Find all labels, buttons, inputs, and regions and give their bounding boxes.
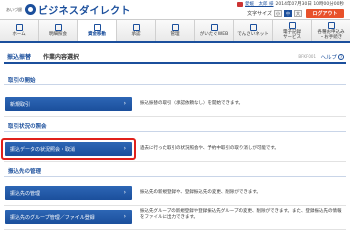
section-title-start: 取引の開始 [8,78,36,84]
nav-management[interactable]: 管理 [156,20,195,41]
transfer-status-inquiry-button[interactable]: 振込データの状況照会・取消 › [5,142,132,156]
nav-label: がいたぐWEB [199,32,229,37]
nav-statements[interactable]: 明細照会 [39,20,78,41]
user-info: 愛媛 太郎 様 2014年07月30日 10時00分00秒 [237,1,344,7]
logo-mark-icon [25,4,36,15]
section-title-payee: 振込先の管理 [8,169,42,175]
help-label: ヘルプ [320,55,337,61]
nav-approval[interactable]: 承認 [117,20,156,41]
help-link[interactable]: ヘルプ ? [320,53,344,61]
page-subtitle: 作業内容選択 [43,53,80,61]
nav-label: 管理 [170,32,180,37]
nav-label: 明細照会 [49,32,67,37]
chevron-right-icon: › [123,189,126,196]
record-icon [288,21,296,29]
nav-fund-transfer[interactable]: 資金移動 [78,20,117,41]
nav-label: 各種お申込み ・お手続き [317,29,345,40]
font-size-label: 文字サイズ [247,11,272,17]
font-size-medium-button[interactable]: 中 [284,10,292,17]
row-divider [4,161,346,162]
page-title-bar: 振込振替 作業内容選択 BFKF001 ヘルプ ? [4,50,346,64]
global-nav: ホーム 明細照会 資金移動 承認 管理 がいたぐWEB でんさいネット 電子記録… [0,19,350,43]
button-label: 新規取引 [10,101,31,108]
row-divider [4,205,346,206]
menu-description: 振込先の新規登録や、登録振込先の変更、削除ができます。 [140,190,261,195]
row-divider [4,116,346,117]
button-label: 振込データの状況照会・取消 [10,146,76,153]
menu-description: 振込振替の取引（承認依頼なし）を開始できます。 [140,101,244,106]
chevron-right-icon: › [123,213,126,220]
new-transaction-button[interactable]: 新規取引 › [5,97,132,111]
button-label: 振込先のグループ管理／ファイル登録 [10,214,95,221]
section-title-inquiry: 取引状況の照会 [8,124,47,130]
nav-label: 承認 [131,32,141,37]
payee-group-management-button[interactable]: 振込先のグループ管理／ファイル登録 › [5,210,132,224]
densai-icon [249,24,257,31]
section-divider [4,176,346,177]
section-divider [4,84,346,85]
last-login: 2014年07月30日 10時00分00秒 [275,2,344,7]
menu-description: 過去に行った取引の状況照会や、予約中取引の取り消しが可能です。 [140,146,279,151]
gaitame-icon [210,24,218,31]
application-icon [327,21,335,29]
bank-logo[interactable]: あいづ銀 ビジネスダイレクト [6,3,131,17]
management-icon [171,24,179,31]
screen-id: BFKF001 [298,54,316,59]
nav-label: 電子記録 サービス [283,29,301,40]
nav-applications[interactable]: 各種お申込み ・お手続き [312,20,350,41]
chevron-right-icon: › [123,145,126,152]
nav-densai-net[interactable]: でんさいネット [234,20,273,41]
font-size-large-button[interactable]: 大 [294,10,302,17]
header: あいづ銀 ビジネスダイレクト 愛媛 太郎 様 2014年07月30日 10時00… [0,0,350,19]
section-divider [4,131,346,132]
user-name-link[interactable]: 愛媛 太郎 様 [245,1,273,7]
home-icon [15,24,23,31]
help-icon: ? [338,54,344,60]
font-size-small-button[interactable]: 小 [274,10,282,17]
page-title: 振込振替 [7,53,32,61]
nav-e-record-service[interactable]: 電子記録 サービス [273,20,312,41]
payee-management-button[interactable]: 振込先の管理 › [5,186,132,200]
nav-label: 資金移動 [88,32,106,37]
nav-gaitame-web[interactable]: がいたぐWEB [195,20,234,41]
transfer-icon [93,24,101,31]
nav-home[interactable]: ホーム [0,20,39,41]
chevron-right-icon: › [123,100,126,107]
nav-label: でんさいネット [237,32,269,37]
button-label: 振込先の管理 [10,190,41,197]
user-icon [237,1,244,7]
approval-icon [132,24,140,31]
menu-description: 振込先グループの新規登録や登録振込先グループの変更、削除ができます。また、登録振… [140,209,342,220]
logo-text: ビジネスダイレクト [38,6,131,17]
nav-label: ホーム [12,32,26,37]
statement-icon [54,24,62,31]
logo-small-text: あいづ銀 [6,6,22,12]
row-divider [4,229,346,230]
logout-button[interactable]: ログアウト [306,9,344,18]
font-size-control: 文字サイズ 小 中 大 [247,10,302,17]
